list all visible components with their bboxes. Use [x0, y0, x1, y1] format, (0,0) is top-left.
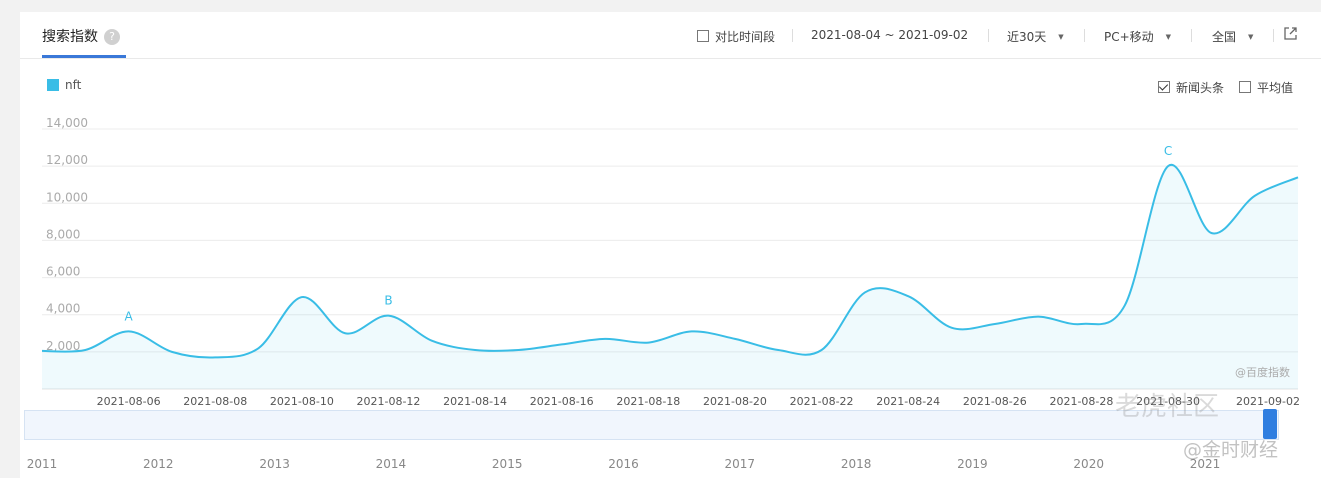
x-tick-label: 2021-08-28 — [1049, 395, 1113, 408]
x-tick-label: 2021-08-24 — [876, 395, 940, 408]
year-label: 2019 — [957, 457, 988, 471]
annotation-label: A — [125, 309, 134, 323]
x-tick-label: 2021-08-12 — [357, 395, 421, 408]
x-tick-label: 2021-08-22 — [790, 395, 854, 408]
year-label: 2018 — [841, 457, 872, 471]
y-tick-label: 14,000 — [46, 116, 88, 130]
x-tick-label: 2021-08-06 — [97, 395, 161, 408]
source-watermark: @百度指数 — [1235, 365, 1290, 379]
y-tick-label: 4,000 — [46, 302, 80, 316]
overview-slider[interactable] — [24, 410, 1279, 440]
year-label: 2017 — [725, 457, 756, 471]
x-tick-label: 2021-09-02 — [1236, 395, 1300, 408]
y-tick-label: 6,000 — [46, 265, 80, 279]
annotation-label: C — [1164, 144, 1172, 158]
year-label: 2020 — [1073, 457, 1104, 471]
jinshi-watermark: @金时财经 — [1183, 439, 1279, 461]
x-tick-label: 2021-08-10 — [270, 395, 334, 408]
x-tick-label: 2021-08-26 — [963, 395, 1027, 408]
y-tick-label: 12,000 — [46, 153, 88, 167]
x-tick-label: 2021-08-16 — [530, 395, 594, 408]
year-label: 2011 — [27, 457, 58, 471]
x-tick-label: 2021-08-18 — [616, 395, 680, 408]
y-tick-label: 10,000 — [46, 190, 88, 204]
x-tick-label: 2021-08-14 — [443, 395, 507, 408]
y-tick-label: 8,000 — [46, 227, 80, 241]
year-label: 2016 — [608, 457, 639, 471]
year-label: 2015 — [492, 457, 523, 471]
year-label: 2012 — [143, 457, 174, 471]
year-label: 2013 — [259, 457, 290, 471]
year-label: 2014 — [376, 457, 407, 471]
series-area — [42, 164, 1298, 389]
annotation-label: B — [384, 294, 392, 308]
x-tick-label: 2021-08-08 — [183, 395, 247, 408]
tiger-watermark: 老虎社区 — [1115, 392, 1220, 422]
x-tick-label: 2021-08-20 — [703, 395, 767, 408]
